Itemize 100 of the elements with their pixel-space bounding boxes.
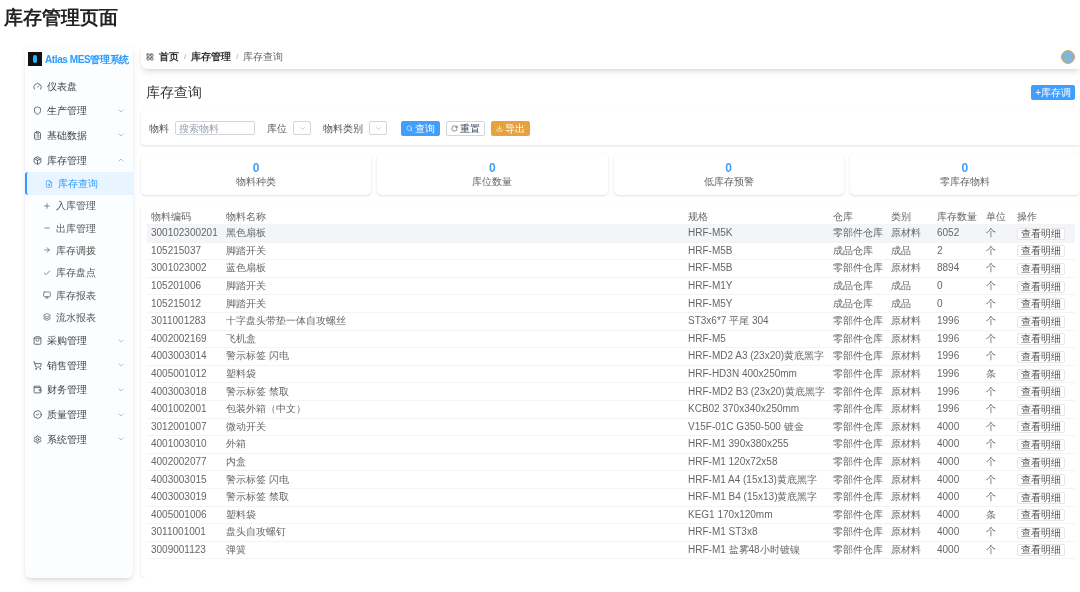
table-cell-text: 个 [985, 492, 997, 503]
table-cell-text: 警示标签 禁取 [225, 386, 290, 397]
sidebar-subitem[interactable]: 出库管理 [25, 216, 133, 240]
sidebar-subitem[interactable]: 库存调拨 [25, 239, 133, 262]
table-cell-text: 3011001001 [150, 527, 207, 538]
view-details-button[interactable]: 查看明细 [1017, 263, 1065, 275]
table-cell-text: 0 [936, 298, 944, 309]
table-row[interactable]: 4003003015 警示标签 闪电 HRF-M1 A4 (15x13)黄底黑字 零部件仓库 原材料 4000 个 查看明细 [147, 471, 1075, 489]
sidebar-item[interactable]: 仪表盘 [25, 74, 133, 99]
check-circle-icon [33, 410, 42, 420]
table-row[interactable]: 105215012 脚踏开关 HRF-M5Y 成品仓库 成品 0 个 查看明细 [147, 295, 1075, 313]
table-row[interactable]: 4001003010 外箱 HRF-M1 390x380x255 零部件仓库 原材料 4000 个 查看明细 [147, 436, 1075, 454]
column-header: 类别 [890, 210, 912, 224]
view-details-button[interactable]: 查看明细 [1017, 245, 1065, 258]
sidebar-item[interactable]: 采购管理 [25, 328, 133, 354]
settings-icon [33, 434, 42, 444]
category-select[interactable] [369, 121, 387, 135]
table-cell-text: 蓝色扇板 [225, 263, 267, 274]
table-cell-text: HRF-M1 B4 (15x13)黄底黑字 [687, 492, 819, 503]
view-details-button[interactable]: 查看明细 [1017, 526, 1065, 539]
table-cell-text: 弹簧 [225, 545, 247, 555]
sidebar-subitem[interactable]: 流水报表 [25, 306, 133, 329]
view-details-button[interactable]: 查看明细 [1017, 544, 1065, 557]
filter-button[interactable]: 重置 [446, 120, 485, 136]
view-details-button[interactable]: 查看明细 [1017, 333, 1065, 346]
table-row[interactable]: 3011001001 盘头自攻螺钉 HRF-M1 ST3x8 零部件仓库 原材料 4000 个 查看明细 [147, 524, 1075, 542]
sidebar-item[interactable]: 库存管理 [25, 147, 133, 173]
shield-icon [33, 106, 42, 116]
view-details-button[interactable]: 查看明细 [1017, 227, 1065, 240]
table-cell-text: 3012001007 [150, 421, 208, 432]
table-cell-text: 成品 [890, 298, 912, 309]
sidebar-item[interactable]: 销售管理 [25, 353, 133, 378]
table-cell-text: 原材料 [890, 351, 922, 362]
view-details-button[interactable]: 查看明细 [1017, 315, 1065, 328]
table-row[interactable]: 4003003014 警示标签 闪电 HRF-MD2 A3 (23x20)黄底黑字 零部件仓库 原材料 1996 个 查看明细 [147, 348, 1075, 366]
table-cell-text: 零部件仓库 [832, 333, 884, 344]
stat-label: 物料种类 [236, 176, 277, 187]
table-cell-text: 警示标签 禁取 [225, 492, 290, 503]
sidebar-subitem[interactable]: 库存报表 [25, 283, 133, 307]
table-cell-text: HRF-HD3N 400x250mm [687, 369, 798, 380]
filter-label: 物料 [149, 121, 169, 136]
sidebar-subitem[interactable]: 入库管理 [25, 194, 133, 217]
page-title: 库存管理页面 [4, 5, 118, 30]
material-search-field[interactable]: 搜索物料 [175, 121, 255, 135]
view-details-button[interactable]: 查看明细 [1017, 368, 1065, 381]
table-cell-text: 零部件仓库 [832, 228, 884, 239]
table-cell-text: 0 [936, 281, 944, 292]
view-details-button[interactable]: 查看明细 [1017, 474, 1065, 487]
avatar[interactable] [1061, 49, 1075, 64]
view-details-button[interactable]: 查看明细 [1017, 280, 1065, 293]
table-row[interactable]: 300102300201 黑色扇板 HRF-M5K 零部件仓库 原材料 6052 个 查看明细 [147, 225, 1075, 243]
table-cell-text: 3001023002 [150, 263, 208, 274]
sidebar-item[interactable]: 财务管理 [25, 377, 133, 403]
table-cell-text: 包装外箱（中文） [225, 404, 307, 415]
view-details-button[interactable]: 查看明细 [1017, 298, 1065, 311]
breadcrumb-link[interactable]: 库存查询 [243, 49, 284, 64]
table-row[interactable]: 3001023002 蓝色扇板 HRF-M5B 零部件仓库 原材料 8894 个 查看明细 [147, 260, 1075, 278]
sidebar-item[interactable]: 系统管理 [25, 426, 133, 452]
table-cell-text: HRF-M5B [687, 263, 734, 274]
table-cell-text: 警示标签 闪电 [225, 351, 290, 362]
breadcrumb-link[interactable]: 库存管理 [191, 49, 232, 64]
view-details-button[interactable]: 查看明细 [1017, 438, 1065, 451]
table-cell-text: 1996 [936, 333, 961, 344]
sidebar-subitem[interactable]: 库存盘点 [25, 261, 133, 284]
table-cell-text: 1996 [936, 404, 961, 415]
sidebar-item[interactable]: 基础数据 [25, 123, 133, 148]
table-cell-text: 1996 [936, 316, 961, 327]
table-cell-text: 个 [985, 404, 997, 415]
check-icon [43, 268, 51, 277]
view-details-button[interactable]: 查看明细 [1017, 403, 1065, 416]
table-cell-text: 零部件仓库 [832, 474, 884, 485]
sidebar-item[interactable]: 生产管理 [25, 98, 133, 124]
table-cell-text: 条 [985, 369, 997, 380]
table-cell-text: 塑料袋 [225, 509, 257, 520]
view-details-button[interactable]: 查看明细 [1017, 421, 1065, 434]
stat-value: 0 [252, 161, 260, 174]
view-details-button[interactable]: 查看明细 [1017, 456, 1065, 469]
table-row[interactable]: 4003003018 警示标签 禁取 HRF-MD2 B3 (23x20)黄底黑字 零部件仓库 原材料 1996 个 查看明细 [147, 383, 1075, 401]
table-cell-text: 零部件仓库 [832, 509, 884, 520]
table-cell-text: HRF-M1 盐雾48小时镀镍 [687, 545, 801, 555]
view-details-button[interactable]: 查看明细 [1017, 491, 1065, 504]
table-cell-text: 零部件仓库 [832, 457, 884, 467]
stat-label: 库位数量 [472, 176, 513, 187]
view-details-button[interactable]: 查看明细 [1017, 509, 1065, 522]
table-cell-text: 个 [985, 316, 997, 327]
table-cell-text: 个 [985, 439, 997, 450]
table-cell-text: 原材料 [890, 474, 922, 485]
table-cell-text: 原材料 [890, 527, 922, 538]
column-header: 单位 [985, 210, 1007, 224]
table-cell-text: 1996 [936, 369, 961, 380]
column-header: 操作 [1016, 210, 1038, 224]
location-select[interactable] [293, 121, 311, 135]
table-cell-text: 零部件仓库 [832, 316, 884, 327]
filter-label: 库位 [267, 121, 287, 136]
table-cell-text: 4003003018 [150, 386, 208, 397]
view-details-button[interactable]: 查看明细 [1017, 386, 1065, 399]
sidebar-item[interactable]: 质量管理 [25, 402, 133, 427]
breadcrumb-link[interactable]: 首页 [159, 49, 179, 64]
file-search-icon [45, 179, 53, 188]
view-details-button[interactable]: 查看明细 [1017, 350, 1065, 363]
